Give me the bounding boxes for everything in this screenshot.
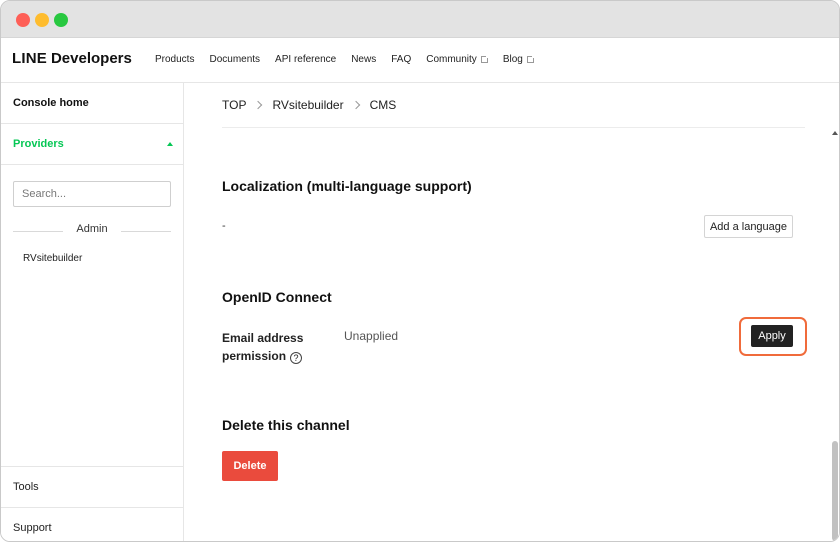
nav-api-reference[interactable]: API reference [275, 54, 336, 65]
main-content: TOP RVsitebuilder CMS Localization (mult… [185, 83, 839, 541]
email-label-line2: permission [222, 349, 287, 363]
email-label-line1: Email address [222, 331, 304, 345]
sidebar-console-home[interactable]: Console home [1, 83, 183, 124]
chevron-right-icon [351, 100, 360, 110]
add-language-button[interactable]: Add a language [704, 215, 793, 238]
sidebar-item-rvsitebuilder[interactable]: RVsitebuilder [23, 253, 82, 264]
breadcrumb-top[interactable]: TOP [222, 98, 246, 112]
scrollbar-thumb[interactable] [832, 441, 838, 541]
breadcrumb: TOP RVsitebuilder CMS [222, 98, 396, 112]
line-developers-logo[interactable]: LINE Developers [12, 50, 132, 67]
localization-value: - [222, 220, 226, 232]
logo-developers: Developers [50, 50, 132, 67]
email-permission-label: Email address permission? [222, 329, 303, 365]
apply-button[interactable]: Apply [751, 325, 793, 347]
minimize-window-icon[interactable] [35, 13, 49, 27]
localization-heading: Localization (multi-language support) [222, 178, 472, 194]
browser-window: LINE Developers Products Documents API re… [0, 0, 840, 542]
breadcrumb-channel: CMS [369, 98, 397, 112]
sidebar: Console home Providers Admin RVsitebuild… [1, 83, 184, 541]
delete-channel-button[interactable]: Delete [222, 451, 278, 481]
chevron-right-icon [254, 100, 263, 110]
vertical-scrollbar[interactable] [831, 83, 839, 541]
help-icon[interactable]: ? [290, 352, 303, 364]
email-permission-status: Unapplied [344, 329, 399, 343]
nav-news[interactable]: News [351, 54, 376, 65]
provider-search-input[interactable] [13, 181, 171, 207]
sidebar-section-admin: Admin [76, 223, 108, 235]
top-navigation: LINE Developers Products Documents API re… [1, 38, 839, 83]
nav-links: Products Documents API reference News FA… [155, 54, 549, 65]
window-titlebar [1, 1, 839, 38]
scroll-up-icon[interactable] [832, 131, 838, 135]
sidebar-section-divider: Admin [13, 223, 171, 238]
sidebar-tools[interactable]: Tools [1, 466, 183, 508]
sidebar-providers-label: Providers [13, 138, 64, 150]
nav-community[interactable]: Community [426, 54, 489, 65]
breadcrumb-provider[interactable]: RVsitebuilder [272, 98, 343, 112]
sidebar-support[interactable]: Support [1, 508, 183, 541]
logo-line: LINE [12, 50, 47, 67]
nav-faq[interactable]: FAQ [391, 54, 411, 65]
nav-blog[interactable]: Blog [503, 54, 535, 65]
nav-documents[interactable]: Documents [209, 54, 260, 65]
close-window-icon[interactable] [16, 13, 30, 27]
maximize-window-icon[interactable] [54, 13, 68, 27]
delete-channel-heading: Delete this channel [222, 417, 350, 433]
external-link-icon [526, 55, 535, 63]
external-link-icon [480, 55, 489, 63]
nav-products[interactable]: Products [155, 54, 194, 65]
openid-heading: OpenID Connect [222, 289, 332, 305]
sidebar-providers[interactable]: Providers [1, 124, 183, 165]
breadcrumb-divider [222, 127, 805, 128]
caret-up-icon [167, 142, 173, 146]
